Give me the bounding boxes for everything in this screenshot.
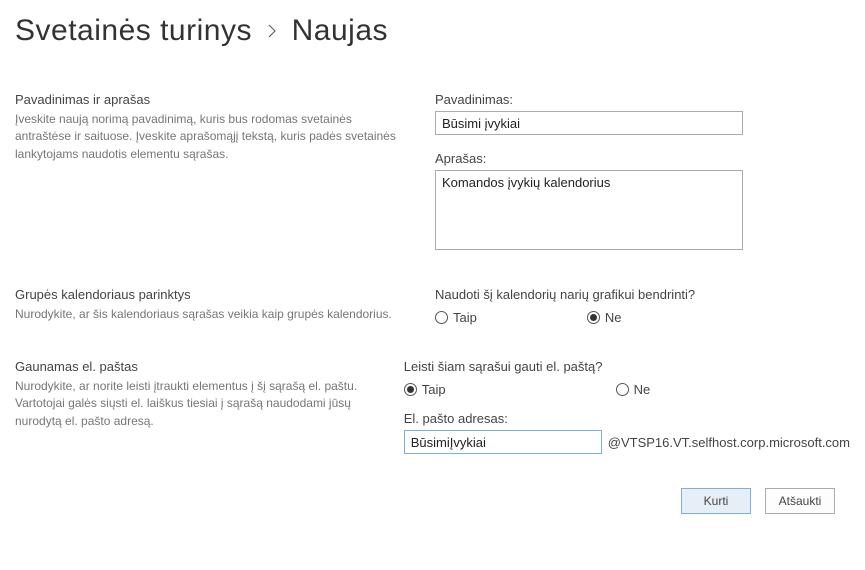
create-button[interactable]: Kurti (681, 488, 751, 514)
breadcrumb-part-1: Svetainės turinys (15, 14, 252, 47)
group-cal-yes-option[interactable]: Taip (435, 310, 477, 325)
email-address-label: El. pašto adresas: (404, 411, 850, 426)
group-cal-no-radio[interactable] (587, 311, 600, 324)
group-cal-no-option[interactable]: Ne (587, 310, 622, 325)
section-heading: Grupės kalendoriaus parinktys (15, 287, 405, 302)
email-no-radio[interactable] (616, 383, 629, 396)
section-heading: Pavadinimas ir aprašas (15, 92, 405, 107)
breadcrumb-part-2: Naujas (292, 14, 388, 47)
radio-label: Ne (605, 310, 622, 325)
email-yes-option[interactable]: Taip (404, 382, 446, 397)
email-address-input[interactable] (404, 430, 602, 454)
group-cal-yes-radio[interactable] (435, 311, 448, 324)
title-input[interactable] (435, 111, 743, 135)
section-heading: Gaunamas el. paštas (15, 359, 374, 374)
group-calendar-question: Naudoti šį kalendorių narių grafikui ben… (435, 287, 850, 302)
radio-label: Taip (453, 310, 477, 325)
email-yes-radio[interactable] (404, 383, 417, 396)
section-description: Įveskite naują norimą pavadinimą, kuris … (15, 111, 405, 163)
section-description: Nurodykite, ar šis kalendoriaus sąrašas … (15, 306, 405, 323)
cancel-button[interactable]: Atšaukti (765, 488, 835, 514)
description-textarea[interactable]: Komandos įvykių kalendorius (435, 170, 743, 250)
title-label: Pavadinimas: (435, 92, 850, 107)
description-label: Aprašas: (435, 151, 850, 166)
radio-label: Ne (634, 382, 651, 397)
section-incoming-email: Gaunamas el. paštas Nurodykite, ar norit… (15, 359, 850, 454)
email-no-option[interactable]: Ne (616, 382, 651, 397)
email-domain-suffix: @VTSP16.VT.selfhost.corp.microsoft.com (608, 435, 850, 450)
section-group-calendar: Grupės kalendoriaus parinktys Nurodykite… (15, 287, 850, 325)
radio-label: Taip (422, 382, 446, 397)
chevron-right-icon (267, 12, 277, 46)
page-title: Svetainės turinys Naujas (15, 14, 850, 48)
section-name-description: Pavadinimas ir aprašas Įveskite naują no… (15, 92, 850, 253)
section-description: Nurodykite, ar norite leisti įtraukti el… (15, 378, 374, 430)
email-question: Leisti šiam sąrašui gauti el. paštą? (404, 359, 850, 374)
